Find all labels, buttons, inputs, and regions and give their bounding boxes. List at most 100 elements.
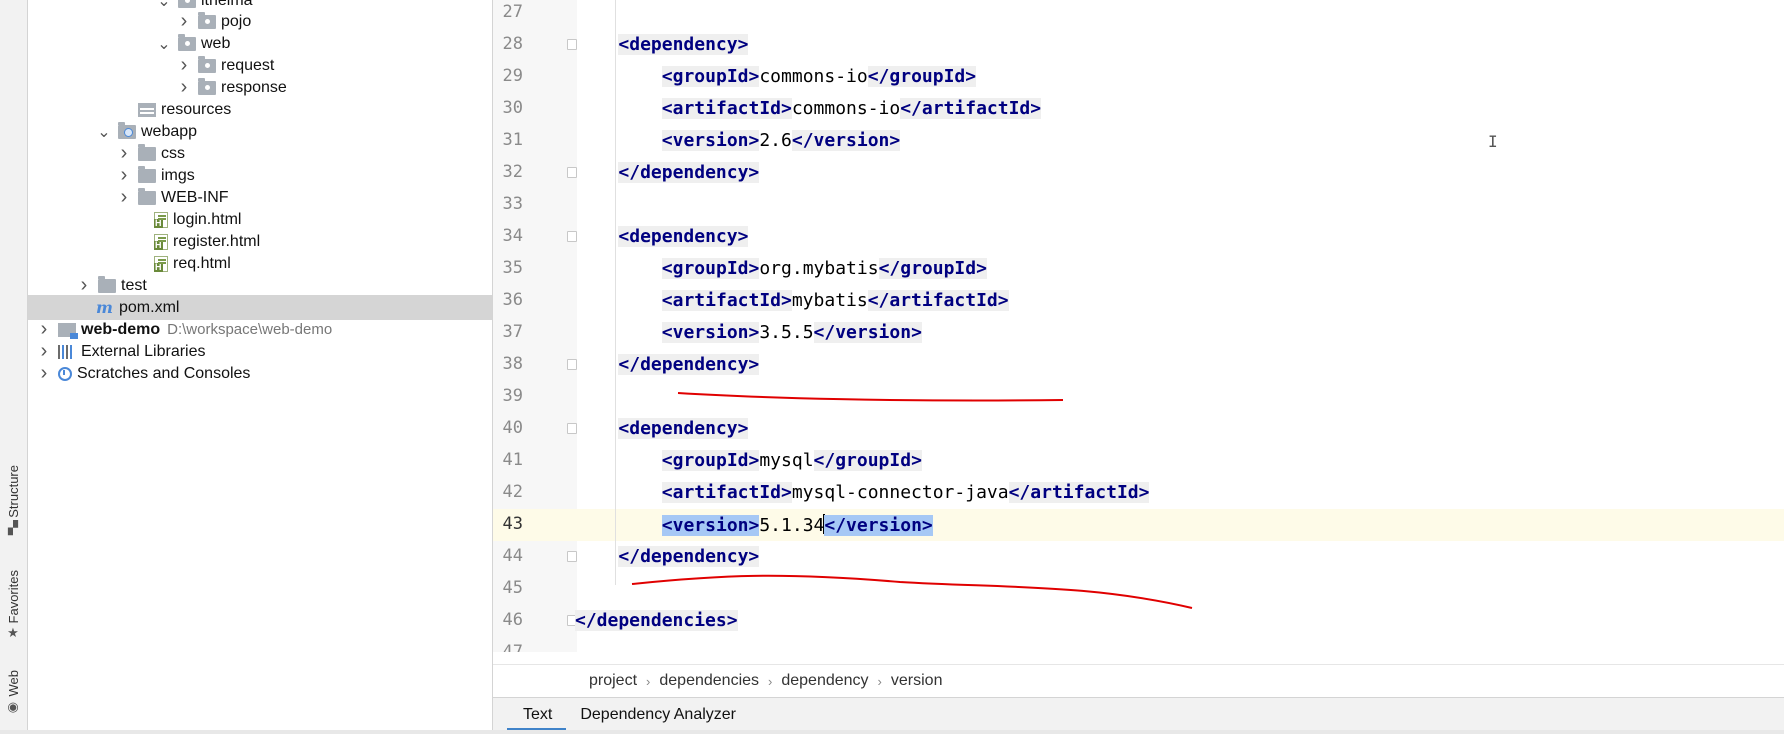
chevron-right-icon[interactable]: › [176,54,192,76]
line-number: 30 [502,98,523,118]
tree-item-label: request [221,56,275,74]
code-line[interactable]: 37 <version>3.5.5</version> [493,317,1784,349]
xml-tag: </groupId> [878,258,987,279]
line-number: 33 [502,194,523,214]
code-line[interactable]: 31 <version>2.6</version> [493,125,1784,157]
tree-item-label: req.html [173,254,231,272]
xml-tag: <groupId> [661,258,760,279]
xml-text: mysql [759,450,814,471]
module-icon [58,322,78,339]
code-line[interactable]: 47 [493,637,1784,652]
chevron-right-icon[interactable]: › [36,318,52,340]
code-line[interactable]: 40 <dependency> [493,413,1784,445]
breadcrumb-separator-icon: › [646,673,651,689]
window-bottom-edge [0,730,1784,734]
fold-marker-icon[interactable] [567,423,577,434]
code-editor[interactable]: 27 28 <dependency> 29 <groupId>commons-io</g… [493,0,1784,652]
code-text: <version>2.6</version> [661,130,901,151]
chevron-down-icon[interactable]: ⌄ [156,0,172,10]
chevron-right-icon[interactable]: › [116,186,132,208]
chevron-right-icon[interactable]: › [116,142,132,164]
line-number: 41 [502,450,523,470]
code-text: <dependency> [618,418,749,439]
code-text: <groupId>mysql</groupId> [661,450,922,471]
breadcrumb-separator-icon: › [877,673,882,689]
tree-item-label: css [161,144,185,162]
line-number: 27 [502,2,523,22]
code-text: <groupId>commons-io</groupId> [661,66,977,87]
code-text: </dependency> [618,162,760,183]
package-folder-icon [198,55,216,73]
tool-window-strip: Structure ▞ Favorites ★ Web ◉ [0,0,28,730]
editor-bottom-tabs: Text Dependency Analyzer [493,697,1784,731]
favorites-tool-button[interactable]: Favorites ★ [2,570,24,640]
line-number: 28 [502,34,523,54]
code-line[interactable]: 43 <version>5.1.34</version> [493,509,1784,541]
code-text: </dependency> [618,354,760,375]
fold-marker-icon[interactable] [567,551,577,562]
tab-text[interactable]: Text [493,698,567,731]
libraries-icon [58,344,76,359]
tree-item-label: External Libraries [81,342,206,360]
xml-tag: </dependency> [618,354,760,375]
star-icon: ★ [7,625,19,641]
code-line[interactable]: 35 <groupId>org.mybatis</groupId> [493,253,1784,285]
xml-tag: <version> [661,322,760,343]
chevron-right-icon[interactable]: › [36,362,52,384]
code-line[interactable]: 44 </dependency> [493,541,1784,573]
chevron-right-icon[interactable]: › [176,76,192,98]
code-line[interactable]: 32 </dependency> [493,157,1784,189]
chevron-right-icon[interactable]: › [116,164,132,186]
tree-item-scratches-and-consoles[interactable]: › Scratches and Consoles [28,361,492,386]
code-line[interactable]: 27 [493,0,1784,29]
resources-folder-icon [138,102,156,117]
fold-marker-icon[interactable] [567,359,577,370]
code-line[interactable]: 45 [493,573,1784,605]
code-text: <artifactId>mybatis</artifactId> [661,290,1009,311]
structure-icon: ▞ [8,519,18,535]
web-tool-button[interactable]: Web ◉ [2,670,24,714]
package-folder-icon [198,77,216,95]
chevron-down-icon[interactable]: ⌄ [156,36,172,53]
breadcrumb-item[interactable]: dependencies [659,672,759,690]
chevron-right-icon[interactable]: › [76,274,92,296]
tab-dependency-analyzer[interactable]: Dependency Analyzer [566,698,750,731]
fold-marker-icon[interactable] [567,39,577,50]
code-text: </dependency> [618,546,760,567]
code-line[interactable]: 33 [493,189,1784,221]
code-line[interactable]: 34 <dependency> [493,221,1784,253]
code-line[interactable]: 28 <dependency> [493,29,1784,61]
breadcrumb-separator-icon: › [768,673,773,689]
code-line[interactable]: 36 <artifactId>mybatis</artifactId> [493,285,1784,317]
scratches-icon [58,366,72,381]
xml-text: org.mybatis [759,258,879,279]
breadcrumb-item[interactable]: project [589,672,637,690]
line-number: 38 [502,354,523,374]
fold-marker-icon[interactable] [567,231,577,242]
fold-marker-icon[interactable] [567,167,577,178]
code-text: <version>5.1.34</version> [661,514,933,536]
module-path: D:\workspace\web-demo [167,321,333,338]
breadcrumb-item[interactable]: version [891,672,943,690]
code-line[interactable]: 39 [493,381,1784,413]
web-folder-icon [118,121,136,139]
ide-window: Structure ▞ Favorites ★ Web ◉ ⌄ itheima › p… [0,0,1784,734]
chevron-right-icon[interactable]: › [176,10,192,32]
code-line[interactable]: 42 <artifactId>mysql-connector-java</arti… [493,477,1784,509]
tree-item-label: Scratches and Consoles [77,364,251,382]
breadcrumb-item[interactable]: dependency [781,672,868,690]
chevron-down-icon[interactable]: ⌄ [96,124,112,141]
folder-icon [98,275,116,293]
chevron-right-icon[interactable]: › [36,340,52,362]
code-line[interactable]: 30 <artifactId>commons-io</artifactId> [493,93,1784,125]
line-number: 37 [502,322,523,342]
code-line[interactable]: 38 </dependency> [493,349,1784,381]
xml-tag: </artifactId> [1008,482,1150,503]
structure-tool-button[interactable]: Structure ▞ [2,465,24,535]
xml-text: 3.5.5 [759,322,814,343]
xml-tag: <version> [661,130,760,151]
code-line[interactable]: 46 </dependencies> [493,605,1784,637]
code-line[interactable]: 41 <groupId>mysql</groupId> [493,445,1784,477]
xml-tag: </groupId> [867,66,977,87]
code-line[interactable]: 29 <groupId>commons-io</groupId> [493,61,1784,93]
